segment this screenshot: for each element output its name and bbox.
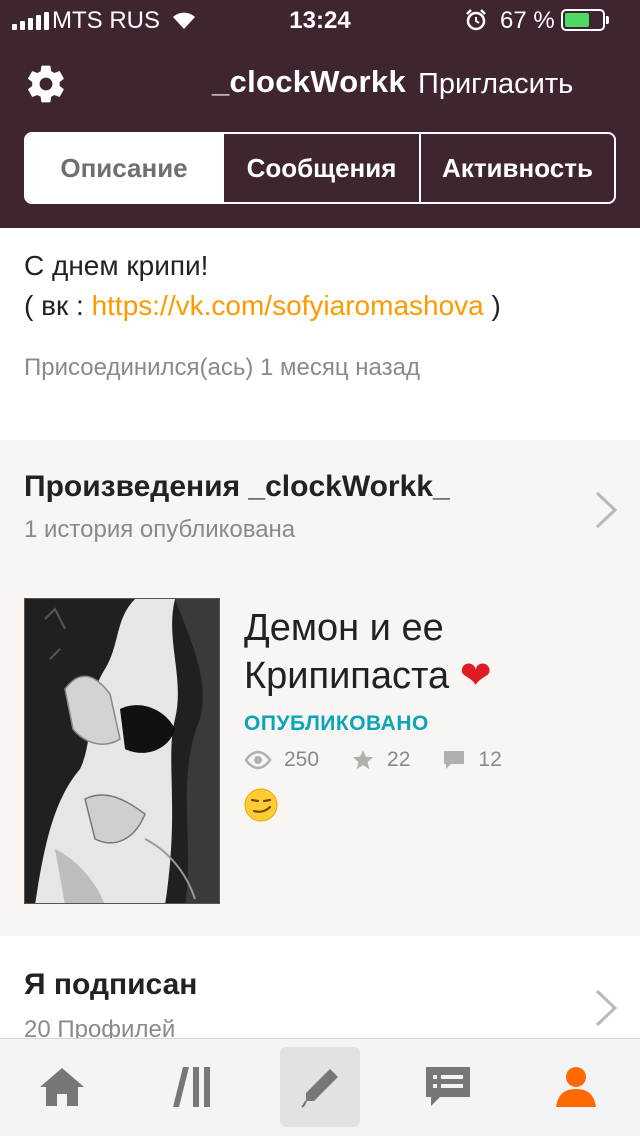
nav-library[interactable] [152,1047,232,1127]
pencil-icon [301,1069,338,1108]
works-count: 1 история опубликована [24,516,296,543]
home-icon [40,1068,84,1106]
tab-description[interactable]: Описание [26,134,222,202]
following-section: Я подписан 20 Профилей [0,936,640,1038]
link-suffix: ) [483,290,501,321]
battery-percentage: 67 % [500,7,555,34]
eye-icon [244,750,272,770]
profile-icon [556,1067,596,1107]
description-link-line: ( вк : https://vk.com/sofyiaromashova ) [24,290,501,322]
views-stat: 250 [244,748,319,772]
vk-link[interactable]: https://vk.com/sofyiaromashova [92,290,484,321]
link-prefix: ( вк : [24,290,92,321]
story-cover-image[interactable] [24,598,220,904]
profile-description: С днем крипи! ( вк : https://vk.com/sofy… [0,228,640,440]
works-title[interactable]: Произведения _clockWorkk_ [24,470,450,504]
story-title-line2: Крипипаста [244,655,450,697]
nav-messages[interactable] [408,1047,488,1127]
views-count: 250 [284,748,320,771]
star-icon [353,750,374,769]
story-status-badge: ОПУБЛИКОВАНО [244,712,429,735]
profile-tabs: Описание Сообщения Активность [24,132,616,204]
tab-messages[interactable]: Сообщения [222,134,419,202]
battery-icon [561,9,609,31]
votes-stat: 22 [351,748,410,772]
nav-profile[interactable] [536,1047,616,1127]
story-stats: 250 22 12 [244,748,534,772]
alarm-icon [466,9,486,31]
smirk-emoji-icon [244,788,278,822]
story-title-line1: Демон и ее [244,607,444,649]
status-bar: MTS RUS 13:24 67 % [0,0,640,40]
story-title[interactable]: Демон и ее Крипипаста ❤ [244,604,614,700]
profile-header: MTS RUS 13:24 67 % _clockWorkk Пригласит… [0,0,640,228]
library-icon [173,1067,210,1107]
heart-icon: ❤ [459,655,492,697]
profile-username: _clockWorkk [212,64,406,99]
chevron-right-icon[interactable] [594,490,618,530]
nav-write[interactable] [280,1047,360,1127]
following-title[interactable]: Я подписан [24,968,197,1002]
messages-icon [426,1067,470,1106]
following-count: 20 Профилей [24,1016,176,1038]
bottom-navigation [0,1038,640,1136]
tab-activity[interactable]: Активность [419,134,614,202]
votes-count: 22 [387,748,411,771]
comments-count: 12 [478,748,502,771]
chevron-right-icon[interactable] [594,988,618,1028]
description-text: С днем крипи! [24,250,209,281]
comment-icon [444,751,465,769]
settings-gear-icon[interactable] [24,62,68,106]
invite-button[interactable]: Пригласить [418,68,573,101]
comments-stat: 12 [442,748,502,772]
works-section: Произведения _clockWorkk_ 1 история опуб… [0,440,640,936]
joined-date: Присоединился(ась) 1 месяц назад [24,354,420,381]
nav-home[interactable] [22,1047,102,1127]
